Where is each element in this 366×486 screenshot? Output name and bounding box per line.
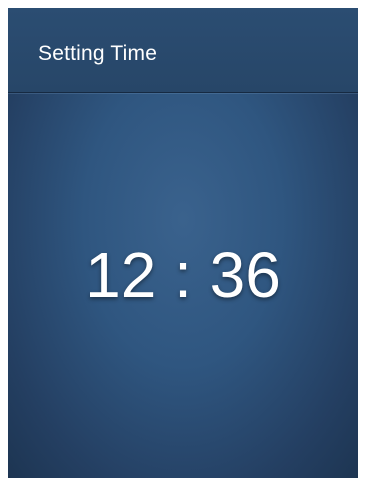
minutes-value[interactable]: 36 bbox=[210, 239, 281, 311]
device-screen: Setting Time 12 : 36 bbox=[8, 8, 358, 478]
time-display: 12 : 36 bbox=[8, 240, 358, 310]
page-title: Setting Time bbox=[38, 42, 158, 65]
hours-value[interactable]: 12 bbox=[85, 239, 156, 311]
header-bar: Setting Time bbox=[8, 8, 358, 93]
time-separator: : bbox=[174, 239, 192, 311]
